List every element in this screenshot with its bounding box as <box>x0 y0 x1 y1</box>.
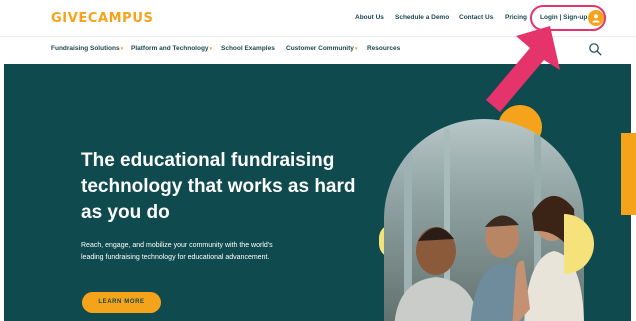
hero-headline: The educational fundraising technology t… <box>81 150 356 223</box>
nav-item-customer-community[interactable]: Customer Community▾ <box>286 45 357 52</box>
utility-link-about[interactable]: About Us <box>355 14 384 21</box>
utility-link-pricing[interactable]: Pricing <box>505 14 527 21</box>
login-signup-link[interactable]: Login | Sign-up <box>540 14 587 21</box>
search-icon[interactable] <box>588 42 602 56</box>
chevron-down-icon: ▾ <box>354 46 358 52</box>
hero-subtext: Reach, engage, and mobilize your communi… <box>81 242 273 261</box>
students-photo <box>384 119 584 321</box>
utility-link-contact[interactable]: Contact Us <box>459 14 493 21</box>
user-avatar-icon[interactable] <box>588 10 604 26</box>
givecampus-logo[interactable]: GIVECAMPUS <box>51 11 153 26</box>
nav-item-resources[interactable]: Resources <box>367 45 400 52</box>
decorative-shape <box>564 214 594 274</box>
nav-item-platform-technology[interactable]: Platform and Technology▾ <box>131 45 212 52</box>
utility-link-demo[interactable]: Schedule a Demo <box>395 14 449 21</box>
chevron-down-icon: ▾ <box>209 46 213 52</box>
learn-more-button[interactable]: LEARN MORE <box>82 292 161 313</box>
pointer-arrow-icon <box>486 26 560 112</box>
nav-item-fundraising-solutions[interactable]: Fundraising Solutions▾ <box>51 45 123 52</box>
nav-item-school-examples[interactable]: School Examples <box>221 45 275 52</box>
chevron-down-icon: ▾ <box>120 46 124 52</box>
feedback-tab[interactable] <box>621 133 636 215</box>
